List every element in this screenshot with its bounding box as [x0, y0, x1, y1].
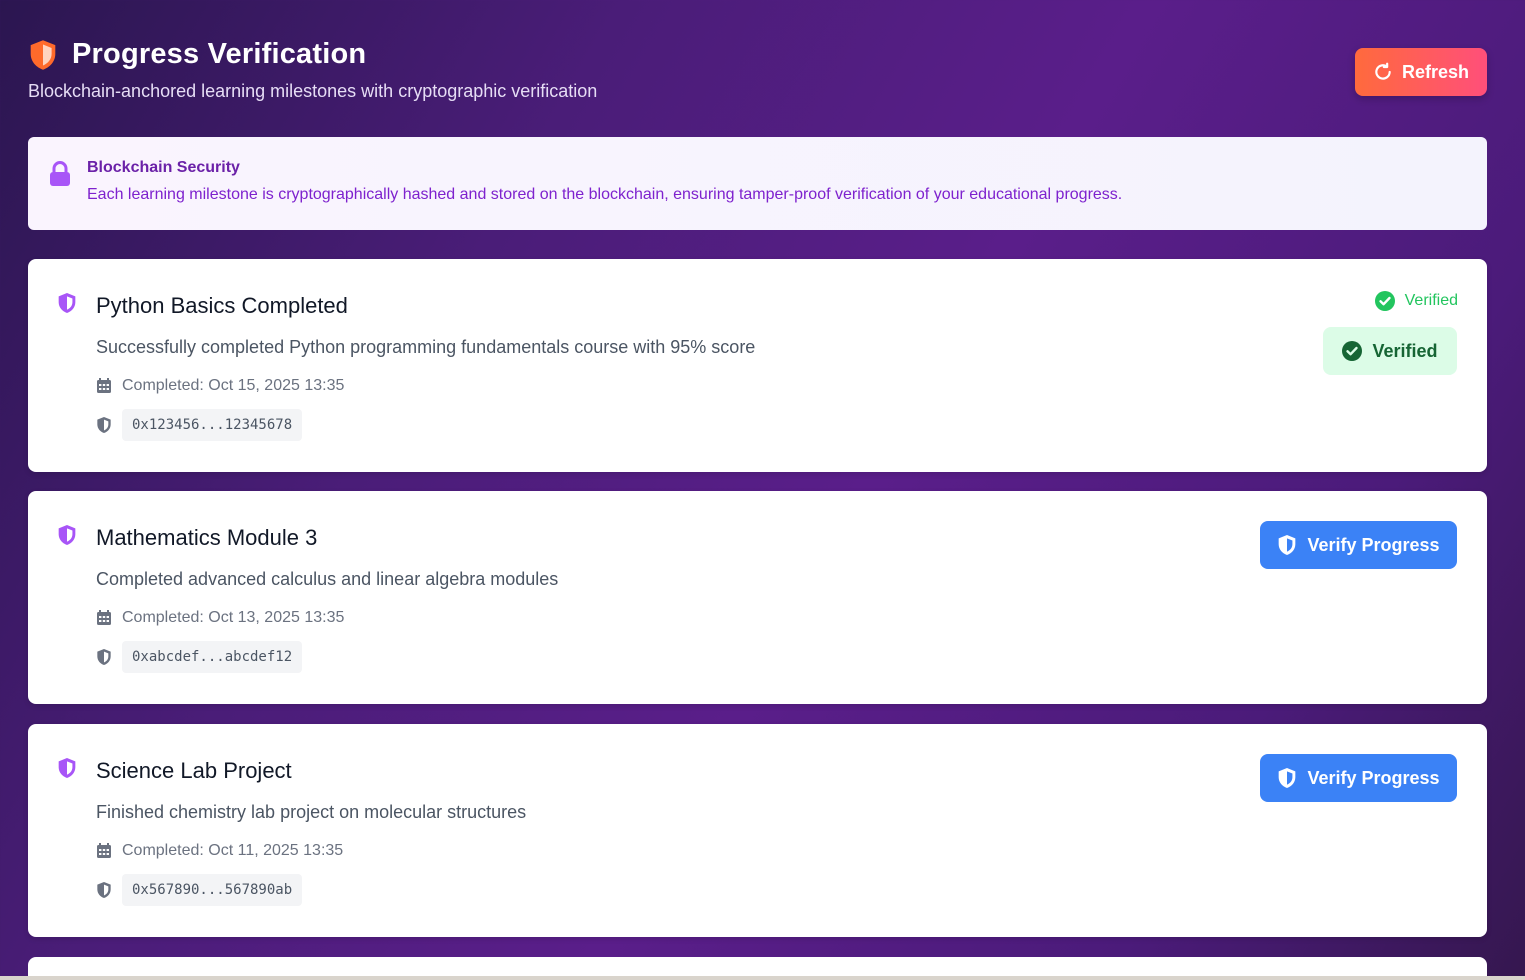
- page-header: Progress Verification Blockchain-anchore…: [28, 38, 1487, 110]
- milestone-date-row: Completed: Oct 13, 2025 13:35: [96, 609, 344, 627]
- page-subtitle: Blockchain-anchored learning milestones …: [28, 81, 598, 101]
- window-bottom-edge: [0, 976, 1525, 980]
- verified-status: Verified: [1374, 291, 1458, 311]
- milestone-card: Science Lab Project Finished chemistry l…: [28, 724, 1487, 937]
- milestone-hash-row: 0x123456...12345678: [96, 409, 303, 441]
- calendar-icon: [97, 610, 111, 625]
- milestone-completed-date: Completed: Oct 13, 2025 13:35: [122, 609, 345, 626]
- milestone-description: Finished chemistry lab project on molecu…: [96, 802, 527, 822]
- shield-icon: [1279, 535, 1296, 555]
- check-circle-icon: [1342, 341, 1363, 361]
- milestone-card: Mathematics Module 3 Completed advanced …: [28, 491, 1487, 704]
- refresh-label: Refresh: [1401, 61, 1470, 82]
- verify-progress-label: Verify Progress: [1307, 767, 1440, 788]
- security-info-box: Blockchain Security Each learning milest…: [28, 137, 1487, 230]
- verify-progress-label: Verify Progress: [1307, 534, 1440, 555]
- refresh-button[interactable]: Refresh: [1355, 48, 1487, 96]
- milestone-completed-date: Completed: Oct 11, 2025 13:35: [122, 842, 344, 859]
- milestone-date-row: Completed: Oct 11, 2025 13:35: [96, 842, 343, 860]
- shield-icon: [97, 882, 111, 898]
- milestone-hash: 0x567890...567890ab: [122, 874, 303, 906]
- verified-status-label: Verified: [1404, 292, 1458, 309]
- milestone-hash-row: 0x567890...567890ab: [96, 874, 303, 906]
- milestone-description: Completed advanced calculus and linear a…: [96, 569, 559, 589]
- milestone-title: Python Basics Completed: [96, 293, 348, 318]
- security-title: Blockchain Security: [87, 159, 240, 176]
- calendar-icon: [97, 378, 111, 393]
- calendar-icon: [97, 843, 111, 858]
- milestone-completed-date: Completed: Oct 15, 2025 13:35: [122, 377, 345, 394]
- check-circle-icon: [1374, 291, 1395, 311]
- verified-badge: Verified: [1323, 327, 1457, 375]
- milestone-title: Science Lab Project: [96, 758, 292, 783]
- verify-progress-button[interactable]: Verify Progress: [1260, 754, 1457, 802]
- lock-icon: [50, 161, 70, 186]
- refresh-icon: [1375, 62, 1391, 80]
- milestone-hash: 0xabcdef...abcdef12: [122, 641, 303, 673]
- shield-icon: [97, 649, 111, 665]
- shield-icon: [58, 293, 76, 313]
- shield-icon: [30, 39, 56, 70]
- verified-badge-label: Verified: [1372, 340, 1438, 361]
- page-title: Progress Verification: [72, 38, 367, 70]
- verify-progress-button[interactable]: Verify Progress: [1260, 521, 1457, 569]
- milestone-description: Successfully completed Python programmin…: [96, 337, 756, 357]
- shield-icon: [58, 758, 76, 778]
- shield-icon: [97, 417, 111, 433]
- milestone-title: Mathematics Module 3: [96, 525, 318, 550]
- milestone-hash-row: 0xabcdef...abcdef12: [96, 641, 303, 673]
- milestone-date-row: Completed: Oct 15, 2025 13:35: [96, 377, 344, 395]
- shield-icon: [1279, 768, 1296, 788]
- milestone-card: Python Basics Completed Successfully com…: [28, 259, 1487, 472]
- security-text-block: Blockchain Security Each learning milest…: [87, 159, 1122, 204]
- security-description: Each learning milestone is cryptographic…: [87, 186, 1123, 203]
- title-row: Progress Verification: [28, 38, 1487, 71]
- milestone-hash: 0x123456...12345678: [122, 409, 303, 441]
- shield-icon: [58, 525, 76, 545]
